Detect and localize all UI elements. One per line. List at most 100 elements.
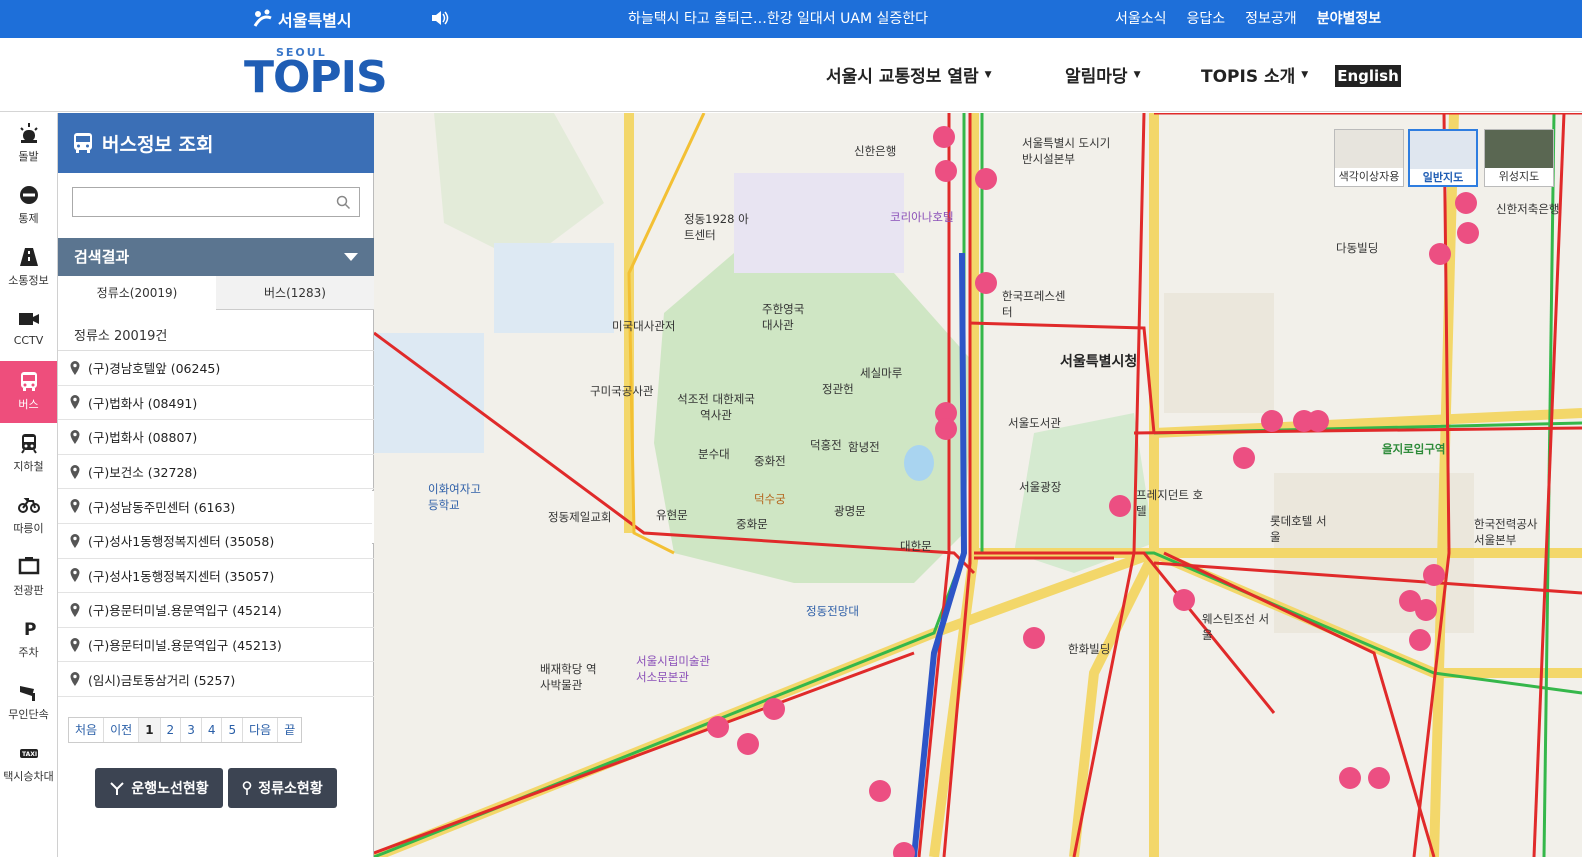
maptype-label: 위성지도	[1498, 170, 1540, 183]
rail-item-traffic[interactable]: 소통정보	[0, 237, 57, 299]
menu-notice[interactable]: 알림마당 ▼	[1065, 62, 1140, 87]
rail-item-control[interactable]: 통제	[0, 175, 57, 237]
list-item[interactable]: (구)용문터미널.용문역입구 (45214)	[58, 593, 374, 628]
list-item[interactable]: (구)용문터미널.용문역입구 (45213)	[58, 628, 374, 663]
block	[1164, 293, 1274, 413]
menu-about[interactable]: TOPIS 소개 ▼	[1201, 62, 1308, 87]
rail-label: 버스	[18, 398, 39, 411]
pin-icon	[70, 464, 80, 479]
bicycle-icon	[17, 498, 40, 513]
page-last[interactable]: 끝	[278, 718, 301, 742]
rail-label: 주차	[18, 646, 39, 659]
page-next[interactable]: 다음	[243, 718, 279, 742]
rail-item-vms[interactable]: 전광판	[0, 547, 57, 609]
page-2[interactable]: 2	[161, 718, 182, 742]
sign-board-icon	[18, 557, 39, 575]
menu-label: 서울시 교통정보 열람	[826, 67, 979, 87]
svg-text:P: P	[24, 620, 36, 640]
rail-item-incident[interactable]: 돌발	[0, 113, 57, 175]
search-input[interactable]	[73, 188, 323, 216]
pond	[904, 445, 934, 481]
maptype-colorblind[interactable]: 색각이상자용	[1334, 129, 1404, 187]
route-status-label: 운행노선현황	[131, 781, 209, 797]
list-item[interactable]: (구)경남호텔앞 (06245)	[58, 351, 374, 386]
rail-item-taxi-stand[interactable]: TAXI 택시승차대	[0, 733, 57, 795]
tab-buses[interactable]: 버스(1283)	[216, 276, 374, 310]
search-icon[interactable]	[336, 195, 351, 210]
page-5[interactable]: 5	[222, 718, 244, 742]
rail-label: 소통정보	[8, 274, 49, 287]
rail-item-parking[interactable]: P 주차	[0, 609, 57, 671]
brand-big: TOPIS	[244, 52, 388, 103]
map-canvas[interactable]	[374, 113, 1582, 857]
stop-name: (구)보건소 (32728)	[88, 465, 198, 481]
english-button[interactable]: English	[1335, 65, 1401, 87]
stop-name: (구)경남호텔앞 (06245)	[88, 361, 221, 377]
route-icon	[110, 782, 125, 795]
rail-item-enforcement[interactable]: 무인단속	[0, 671, 57, 733]
maptype-label: 일반지도	[1422, 171, 1464, 184]
chevron-down-icon: ▼	[1301, 69, 1309, 80]
top-link-field-info[interactable]: 분야별정보	[1317, 8, 1381, 28]
stop-name: (구)법화사 (08807)	[88, 430, 198, 446]
page-1[interactable]: 1	[139, 718, 161, 742]
list-item[interactable]: (구)법화사 (08491)	[58, 386, 374, 421]
page-prev[interactable]: 이전	[104, 718, 140, 742]
chevron-down-icon: ▼	[1133, 69, 1141, 80]
top-link-news[interactable]: 서울소식	[1115, 8, 1167, 28]
rail-label: 무인단속	[8, 708, 49, 721]
stop-name: (구)법화사 (08491)	[88, 395, 198, 411]
list-item[interactable]: (임시)금토동삼거리 (5257)	[58, 662, 374, 697]
page-first[interactable]: 처음	[69, 718, 105, 742]
page-4[interactable]: 4	[202, 718, 223, 742]
top-bar: 서울특별시 하늘택시 타고 출퇴근…한강 일대서 UAM 실증한다 서울소식 응…	[0, 0, 1582, 38]
pin-icon	[70, 568, 80, 583]
list-item[interactable]: (구)성사1동행정복지센터 (35058)	[58, 524, 374, 559]
top-link-disclosure[interactable]: 정보공개	[1245, 8, 1297, 28]
maptype-label: 색각이상자용	[1338, 170, 1400, 183]
map-view[interactable]: 서울특별시청 서울광장 서울도서관 덕수궁 중화전 석조전 대한제국역사관 정동…	[374, 113, 1582, 857]
parking-icon: P	[24, 620, 36, 640]
topis-logo[interactable]: SEOUL TOPIS	[244, 46, 388, 104]
results-header[interactable]: 검색결과	[58, 238, 374, 276]
map-thumb	[1335, 130, 1403, 168]
rail-label: 택시승차대	[3, 770, 54, 783]
pin-icon	[70, 533, 80, 548]
route-status-button[interactable]: 운행노선현황	[95, 768, 223, 808]
list-item[interactable]: (구)보건소 (32728)	[58, 455, 374, 490]
list-item[interactable]: (구)성남동주민센터 (6163)	[58, 489, 374, 524]
result-tabs: 정류소(20019) 버스(1283)	[58, 276, 374, 310]
bus-info-panel: 버스정보 조회 검색결과 정류소(20019) 버스(1283) 정류소 200…	[58, 113, 374, 857]
seoul-logo-icon	[253, 9, 272, 27]
menu-traffic-info[interactable]: 서울시 교통정보 열람 ▼	[826, 62, 992, 87]
search-box	[72, 187, 360, 217]
bus-icon	[20, 372, 37, 391]
header: SEOUL TOPIS 서울시 교통정보 열람 ▼ 알림마당 ▼ TOPIS 소개 ▼…	[0, 38, 1582, 112]
top-link-response[interactable]: 응답소	[1187, 8, 1226, 28]
svg-text:TAXI: TAXI	[22, 751, 37, 758]
stop-name: (구)성사1동행정복지센터 (35058)	[88, 534, 275, 550]
rail-item-bike[interactable]: 따릉이	[0, 485, 57, 547]
pagination: 처음 이전 1 2 3 4 5 다음 끝	[68, 717, 303, 743]
stop-status-button[interactable]: 정류소현황	[228, 768, 337, 808]
pin-icon	[70, 637, 80, 652]
rail-item-subway[interactable]: 지하철	[0, 423, 57, 485]
chevron-down-icon: ▼	[984, 69, 992, 80]
maptype-satellite[interactable]: 위성지도	[1484, 129, 1554, 187]
page-3[interactable]: 3	[181, 718, 202, 742]
pin-icon	[70, 429, 80, 444]
stop-name: (구)용문터미널.용문역입구 (45213)	[88, 638, 282, 654]
tab-stops[interactable]: 정류소(20019)	[58, 276, 216, 310]
rail-item-bus[interactable]: 버스	[0, 361, 57, 423]
panel-header: 버스정보 조회	[58, 113, 374, 173]
map-thumb	[1410, 131, 1476, 169]
seoul-city-link[interactable]: 서울특별시	[252, 5, 352, 33]
stop-name: (구)성남동주민센터 (6163)	[88, 499, 236, 515]
rail-item-cctv[interactable]: CCTV	[0, 299, 57, 361]
list-item[interactable]: (구)법화사 (08807)	[58, 420, 374, 455]
news-ticker[interactable]: 하늘택시 타고 출퇴근…한강 일대서 UAM 실증한다	[628, 8, 928, 28]
maptype-normal[interactable]: 일반지도	[1408, 129, 1478, 187]
list-item[interactable]: (구)성사1동행정복지센터 (35057)	[58, 559, 374, 594]
rail-label: 전광판	[13, 584, 44, 597]
speaker-icon[interactable]	[430, 9, 450, 27]
